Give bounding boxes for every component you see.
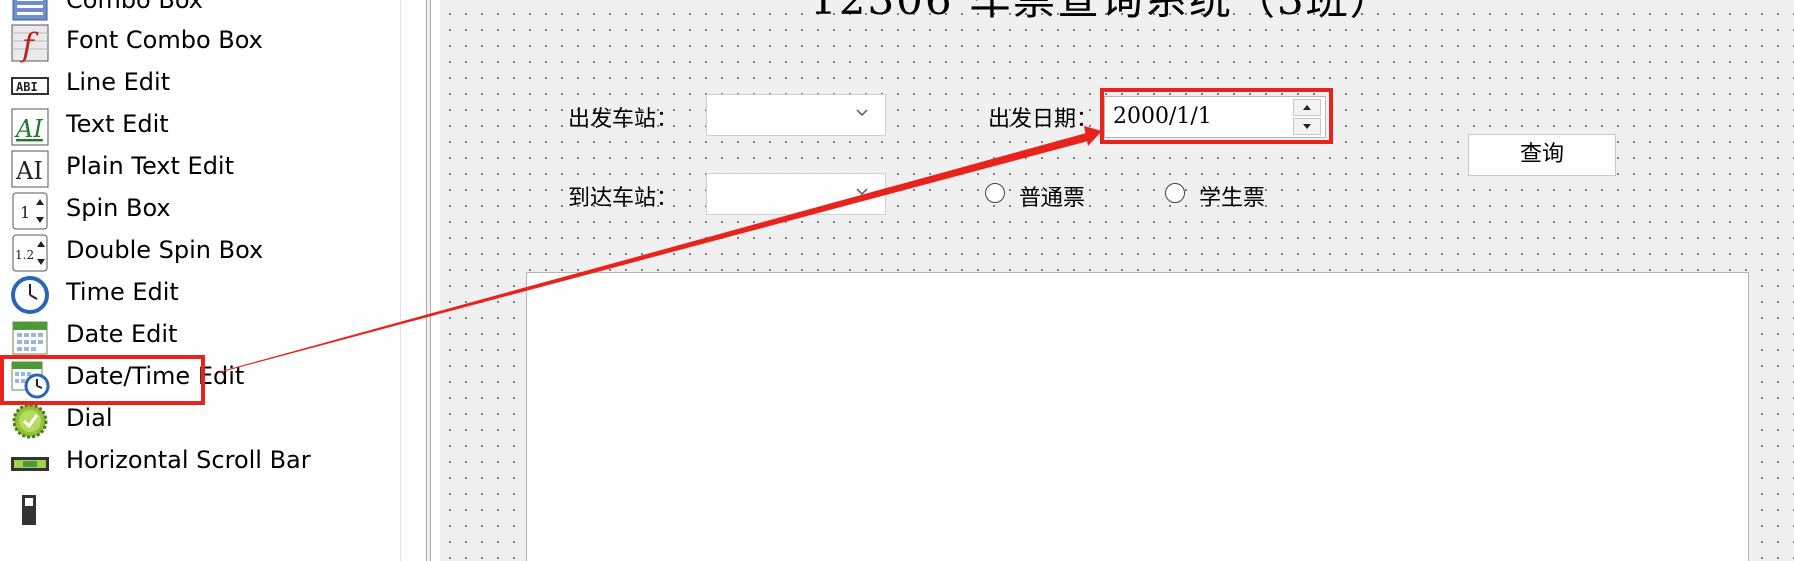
line-edit-icon: ABI <box>10 65 50 105</box>
results-table[interactable] <box>526 272 1749 561</box>
chevron-down-icon <box>856 109 868 117</box>
widget-item-label: Double Spin Box <box>66 236 264 264</box>
widget-item-double-spin-box[interactable]: 1.2 Double Spin Box <box>0 226 400 274</box>
svg-text:AI: AI <box>15 157 43 185</box>
widget-item-spin-box[interactable]: 1 Spin Box <box>0 184 400 232</box>
widget-item-label: Line Edit <box>66 68 171 96</box>
arrow-down-icon <box>1303 124 1311 129</box>
student-ticket-label: 学生票 <box>1199 186 1266 211</box>
dial-icon <box>10 401 50 441</box>
widget-item-label: Time Edit <box>66 278 179 306</box>
date-step-down-button[interactable] <box>1293 118 1321 135</box>
spin-box-icon: 1 <box>10 191 50 231</box>
svg-text:AI: AI <box>14 115 43 143</box>
widget-item-label: Date Edit <box>66 320 178 348</box>
arrow-up-icon <box>1303 105 1311 110</box>
date-time-edit-icon <box>10 359 50 399</box>
font-combo-box-icon: f <box>10 23 50 63</box>
widget-item-font-combo-box[interactable]: f Font Combo Box <box>0 16 400 64</box>
svg-text:ABI: ABI <box>16 80 38 94</box>
panel-border <box>400 0 401 561</box>
widget-item-label: Spin Box <box>66 194 171 222</box>
arrival-station-combo[interactable] <box>706 173 886 215</box>
departure-station-combo[interactable] <box>706 94 886 136</box>
arrival-station-label: 到达车站： <box>568 186 679 211</box>
splitter-handle[interactable] <box>426 0 431 561</box>
widget-item-label: Date/Time Edit <box>66 362 245 390</box>
widget-item-date-edit[interactable]: Date Edit <box>0 310 400 358</box>
widget-item-label: Text Edit <box>66 110 169 138</box>
date-step-up-button[interactable] <box>1293 99 1321 116</box>
widget-item-label: Plain Text Edit <box>66 152 234 180</box>
widget-item-horizontal-scroll-bar[interactable]: Horizontal Scroll Bar <box>0 436 400 484</box>
svg-text:1.2: 1.2 <box>15 248 34 262</box>
plain-text-edit-icon: AI <box>10 149 50 189</box>
chevron-down-icon <box>856 188 868 196</box>
departure-date-edit[interactable]: 2000/1/1 <box>1104 96 1326 138</box>
departure-station-label: 出发车站： <box>568 107 679 132</box>
widget-item-dial[interactable]: Dial <box>0 394 400 442</box>
regular-ticket-label: 普通票 <box>1019 186 1086 211</box>
widget-item-label: Dial <box>66 404 113 432</box>
text-edit-icon: AI <box>10 107 50 147</box>
widget-item-line-edit[interactable]: ABI Line Edit <box>0 58 400 106</box>
date-edit-icon <box>10 317 50 357</box>
widget-item-label: Font Combo Box <box>66 26 263 54</box>
horizontal-scroll-bar-icon <box>10 443 50 483</box>
radio-regular-ticket[interactable] <box>985 183 1005 203</box>
date-value: 2000/1/1 <box>1113 104 1212 129</box>
double-spin-box-icon: 1.2 <box>10 233 50 273</box>
radio-student-ticket[interactable] <box>1165 183 1185 203</box>
widget-item-time-edit[interactable]: Time Edit <box>0 268 400 316</box>
form-design-canvas: 12306 车票查询系统（3班） 出发车站： 到达车站： 出发日期： 2000/… <box>440 0 1794 561</box>
widget-item-partial[interactable] <box>0 478 400 526</box>
vertical-scroll-bar-icon <box>10 485 50 525</box>
time-edit-icon <box>10 275 50 315</box>
departure-date-label: 出发日期： <box>988 107 1099 132</box>
widget-item-plain-text-edit[interactable]: AI Plain Text Edit <box>0 142 400 190</box>
form-title: 12306 车票查询系统（3班） <box>810 0 1394 27</box>
widget-item-date-time-edit[interactable]: Date/Time Edit <box>0 352 400 400</box>
widget-item-text-edit[interactable]: AI Text Edit <box>0 100 400 148</box>
widget-item-label: Horizontal Scroll Bar <box>66 446 311 474</box>
query-button[interactable]: 查询 <box>1468 134 1616 176</box>
svg-text:1: 1 <box>20 203 30 222</box>
widget-box-panel: Combo Box f Font Combo Box ABI Line Edit… <box>0 0 400 561</box>
